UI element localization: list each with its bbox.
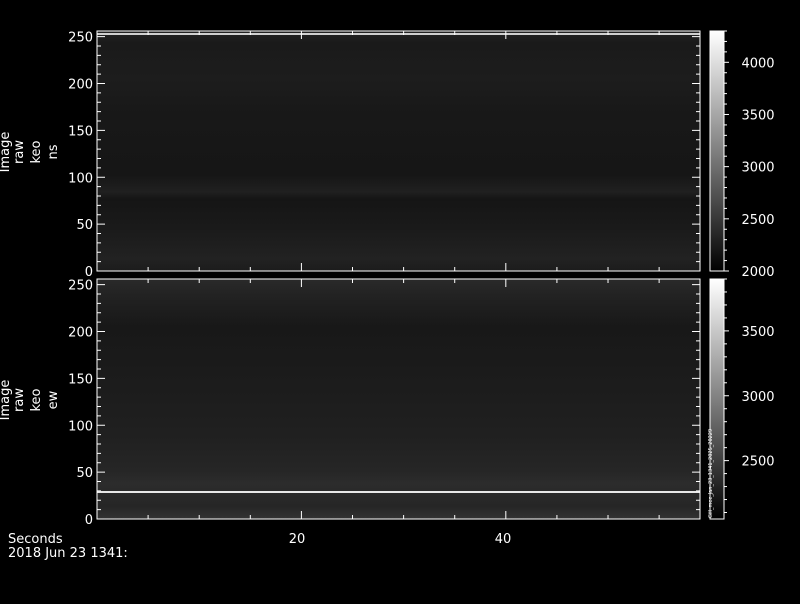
ylabel-ns-line-3: keo <box>29 140 44 163</box>
y-tick-label: 250 <box>68 279 93 294</box>
y-tick-label: 150 <box>68 124 93 139</box>
y-tick-label: 100 <box>68 419 93 434</box>
colorbar-ticks-ew: 2500 3000 3500 <box>724 278 775 514</box>
colorbar-tick-label: 3000 <box>741 390 774 405</box>
ylabel-ew-line-2: raw <box>12 388 27 412</box>
y-tick-label: 250 <box>68 31 93 46</box>
colorbar-tick-label: 4000 <box>741 56 774 71</box>
colorbar-tick-label: 3000 <box>741 161 774 176</box>
colorbar-tick-label: 3500 <box>741 108 774 123</box>
x-tick-label-20: 20 <box>289 532 306 547</box>
ylabel-ns-line-4: ns <box>46 144 61 159</box>
panel-ew: 0 50 100 150 200 250 Image raw keo ew 2500 300… <box>0 278 775 528</box>
y-tick-label: 150 <box>68 372 93 387</box>
panel-ns: 050100150200250 Image raw keo ns 2000250… <box>0 30 775 280</box>
colorbar-annotation: Gill_mec_Jan_23_1341_2025_20229 <box>708 429 714 518</box>
keogram-figure: 050100150200250 Image raw keo ns 2000250… <box>0 30 775 561</box>
y-tick-label: 100 <box>68 171 93 186</box>
y-tick-label: 0 <box>85 513 93 528</box>
y-tick-label: 200 <box>68 78 93 93</box>
ylabel-ew-line-4: ew <box>46 390 61 409</box>
x-tick-label-40: 40 <box>495 532 512 547</box>
colorbar-ticks-ns: 2000 2500 3000 3500 4000 <box>724 30 775 280</box>
ylabel-ew-line-3: keo <box>29 388 44 411</box>
ylabel-ew: Image raw keo ew <box>0 380 61 421</box>
colorbar-ns <box>709 30 725 272</box>
x-axis-label: Seconds <box>8 532 63 547</box>
colorbar-tick-label: 3500 <box>741 325 774 340</box>
y-tick-label: 50 <box>76 466 93 481</box>
colorbar-tick-label: 2000 <box>741 265 774 280</box>
date-label: 2018 Jun 23 1341: <box>8 546 128 561</box>
heatmap-ew <box>97 279 700 519</box>
y-tick-label: 200 <box>68 326 93 341</box>
heatmap-ns <box>97 31 700 271</box>
colorbar-tick-label: 2500 <box>741 455 774 470</box>
y-tick-label: 50 <box>76 218 93 233</box>
ylabel-ns-line-2: raw <box>12 140 27 164</box>
ylabel-ns: Image raw keo ns <box>0 132 61 173</box>
colorbar-tick-label: 2500 <box>741 213 774 228</box>
